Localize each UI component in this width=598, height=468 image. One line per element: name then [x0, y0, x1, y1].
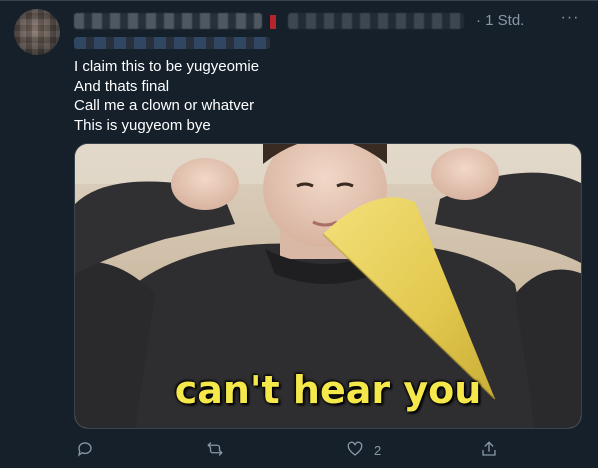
reply-button[interactable] [76, 439, 94, 461]
reply-icon [76, 440, 94, 461]
tweet-text: I claim this to be yugyeomie And thats f… [74, 57, 574, 135]
tweet[interactable]: · 1 Std. ··· I claim this to be yugyeomi… [0, 0, 598, 468]
tweet-header: · 1 Std. ··· [74, 9, 584, 31]
share-icon [480, 440, 498, 461]
like-count: 2 [374, 442, 382, 458]
tweet-text-line: I claim this to be yugyeomie [74, 58, 260, 75]
meme-caption: can't hear you [174, 368, 482, 412]
tweet-media-image[interactable]: can't hear you [74, 143, 582, 429]
tweet-text-line: This is yugyeom bye [74, 116, 211, 134]
share-button[interactable] [480, 439, 498, 461]
avatar[interactable] [14, 9, 60, 55]
tweet-timestamp[interactable]: · 1 Std. [476, 12, 524, 29]
author-handle-redacted[interactable] [288, 13, 464, 29]
retweet-icon [206, 440, 224, 461]
retweet-button[interactable] [206, 439, 224, 461]
heart-icon [346, 440, 364, 461]
author-name-redacted[interactable] [74, 13, 262, 29]
author-name-redacted-mark [270, 15, 276, 29]
tweet-actions: 2 [74, 435, 582, 465]
replying-to-redacted[interactable] [74, 37, 270, 49]
tweet-text-line: And thats final [74, 77, 170, 95]
more-options-icon[interactable]: ··· [560, 10, 580, 31]
tweet-text-line: Call me a clown or whatver [74, 97, 255, 114]
like-button[interactable]: 2 [346, 439, 381, 461]
